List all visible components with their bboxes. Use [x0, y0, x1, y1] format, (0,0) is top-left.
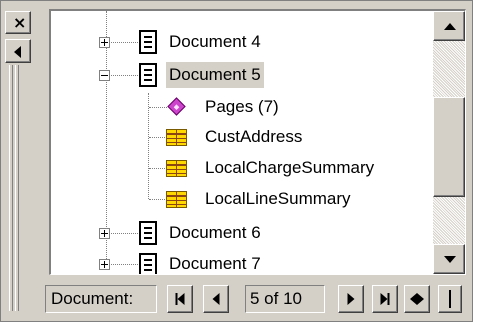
arrow-down-icon: [444, 256, 456, 263]
close-icon: ×: [13, 13, 27, 32]
next-icon: [347, 293, 355, 305]
document-tree[interactable]: Document 4 Document 5 Pages (7) CustAddr…: [49, 9, 466, 275]
tree-content: Document 4 Document 5 Pages (7) CustAddr…: [51, 11, 431, 274]
plus-icon-stroke: [104, 39, 105, 46]
plus-icon-stroke: [104, 261, 105, 268]
table-icon: [166, 191, 187, 208]
first-record-button[interactable]: [167, 285, 193, 313]
next-record-button[interactable]: [338, 285, 364, 313]
pages-icon: [167, 97, 186, 116]
tree-connector: [149, 137, 165, 138]
table-icon: [166, 129, 187, 146]
tree-node-document-5[interactable]: Document 5: [166, 62, 264, 88]
tree-connector: [108, 42, 138, 43]
tree-connector: [108, 233, 138, 234]
new-record-icon: [410, 293, 424, 305]
navigation-label-box: Document:: [45, 285, 157, 313]
last-record-icon: [380, 293, 390, 305]
tree-connector: [148, 93, 149, 199]
tree-connector: [149, 168, 165, 169]
tree-node-locallinesummary[interactable]: LocalLineSummary: [202, 186, 354, 212]
tree-connector: [108, 264, 138, 265]
tree-connector: [149, 199, 165, 200]
scroll-down-button[interactable]: [433, 244, 465, 274]
navigation-label: Document:: [51, 289, 134, 308]
scrollbar-thumb[interactable]: [433, 97, 465, 197]
scroll-up-button[interactable]: [433, 11, 465, 41]
expand-toggle[interactable]: [99, 259, 110, 270]
tree-node-pages[interactable]: Pages (7): [202, 94, 282, 120]
arrow-left-icon: [14, 46, 21, 58]
document-icon: [139, 30, 157, 54]
tree-node-localchargesummary[interactable]: LocalChargeSummary: [202, 155, 377, 181]
record-navigation-bar: Document: 5 of 10: [45, 281, 471, 317]
new-record-button[interactable]: [404, 285, 430, 313]
tree-connector: [108, 75, 138, 76]
table-icon: [166, 160, 187, 177]
tree-node-document-6[interactable]: Document 6: [166, 220, 264, 246]
splitter-icon: [449, 290, 451, 308]
document-icon: [139, 221, 157, 245]
document-icon: [139, 63, 157, 87]
collapse-toggle[interactable]: [99, 70, 110, 81]
splitter-grip[interactable]: [9, 65, 13, 311]
collapse-pane-button[interactable]: [5, 39, 31, 63]
previous-record-button[interactable]: [203, 285, 229, 313]
vertical-scrollbar[interactable]: [433, 11, 465, 274]
document-icon: [139, 253, 157, 274]
arrow-up-icon: [444, 23, 456, 30]
minus-icon: [101, 75, 108, 76]
plus-icon-stroke: [104, 230, 105, 237]
tree-node-document-4[interactable]: Document 4: [166, 29, 264, 55]
close-button[interactable]: ×: [5, 11, 31, 34]
tree-connector: [149, 107, 167, 108]
last-record-button[interactable]: [372, 285, 398, 313]
splitter-grip[interactable]: [15, 65, 19, 311]
first-record-icon: [175, 293, 185, 305]
previous-icon: [212, 293, 220, 305]
tree-node-document-7[interactable]: Document 7: [166, 251, 264, 274]
tree-node-custaddress[interactable]: CustAddress: [202, 124, 305, 150]
record-number-field[interactable]: 5 of 10: [245, 285, 325, 313]
expand-toggle[interactable]: [99, 228, 110, 239]
navigation-splitter[interactable]: [438, 285, 462, 313]
report-explorer-window: × Document 4 Document 5 Pages (7) CustAd…: [0, 0, 473, 322]
expand-toggle[interactable]: [99, 37, 110, 48]
